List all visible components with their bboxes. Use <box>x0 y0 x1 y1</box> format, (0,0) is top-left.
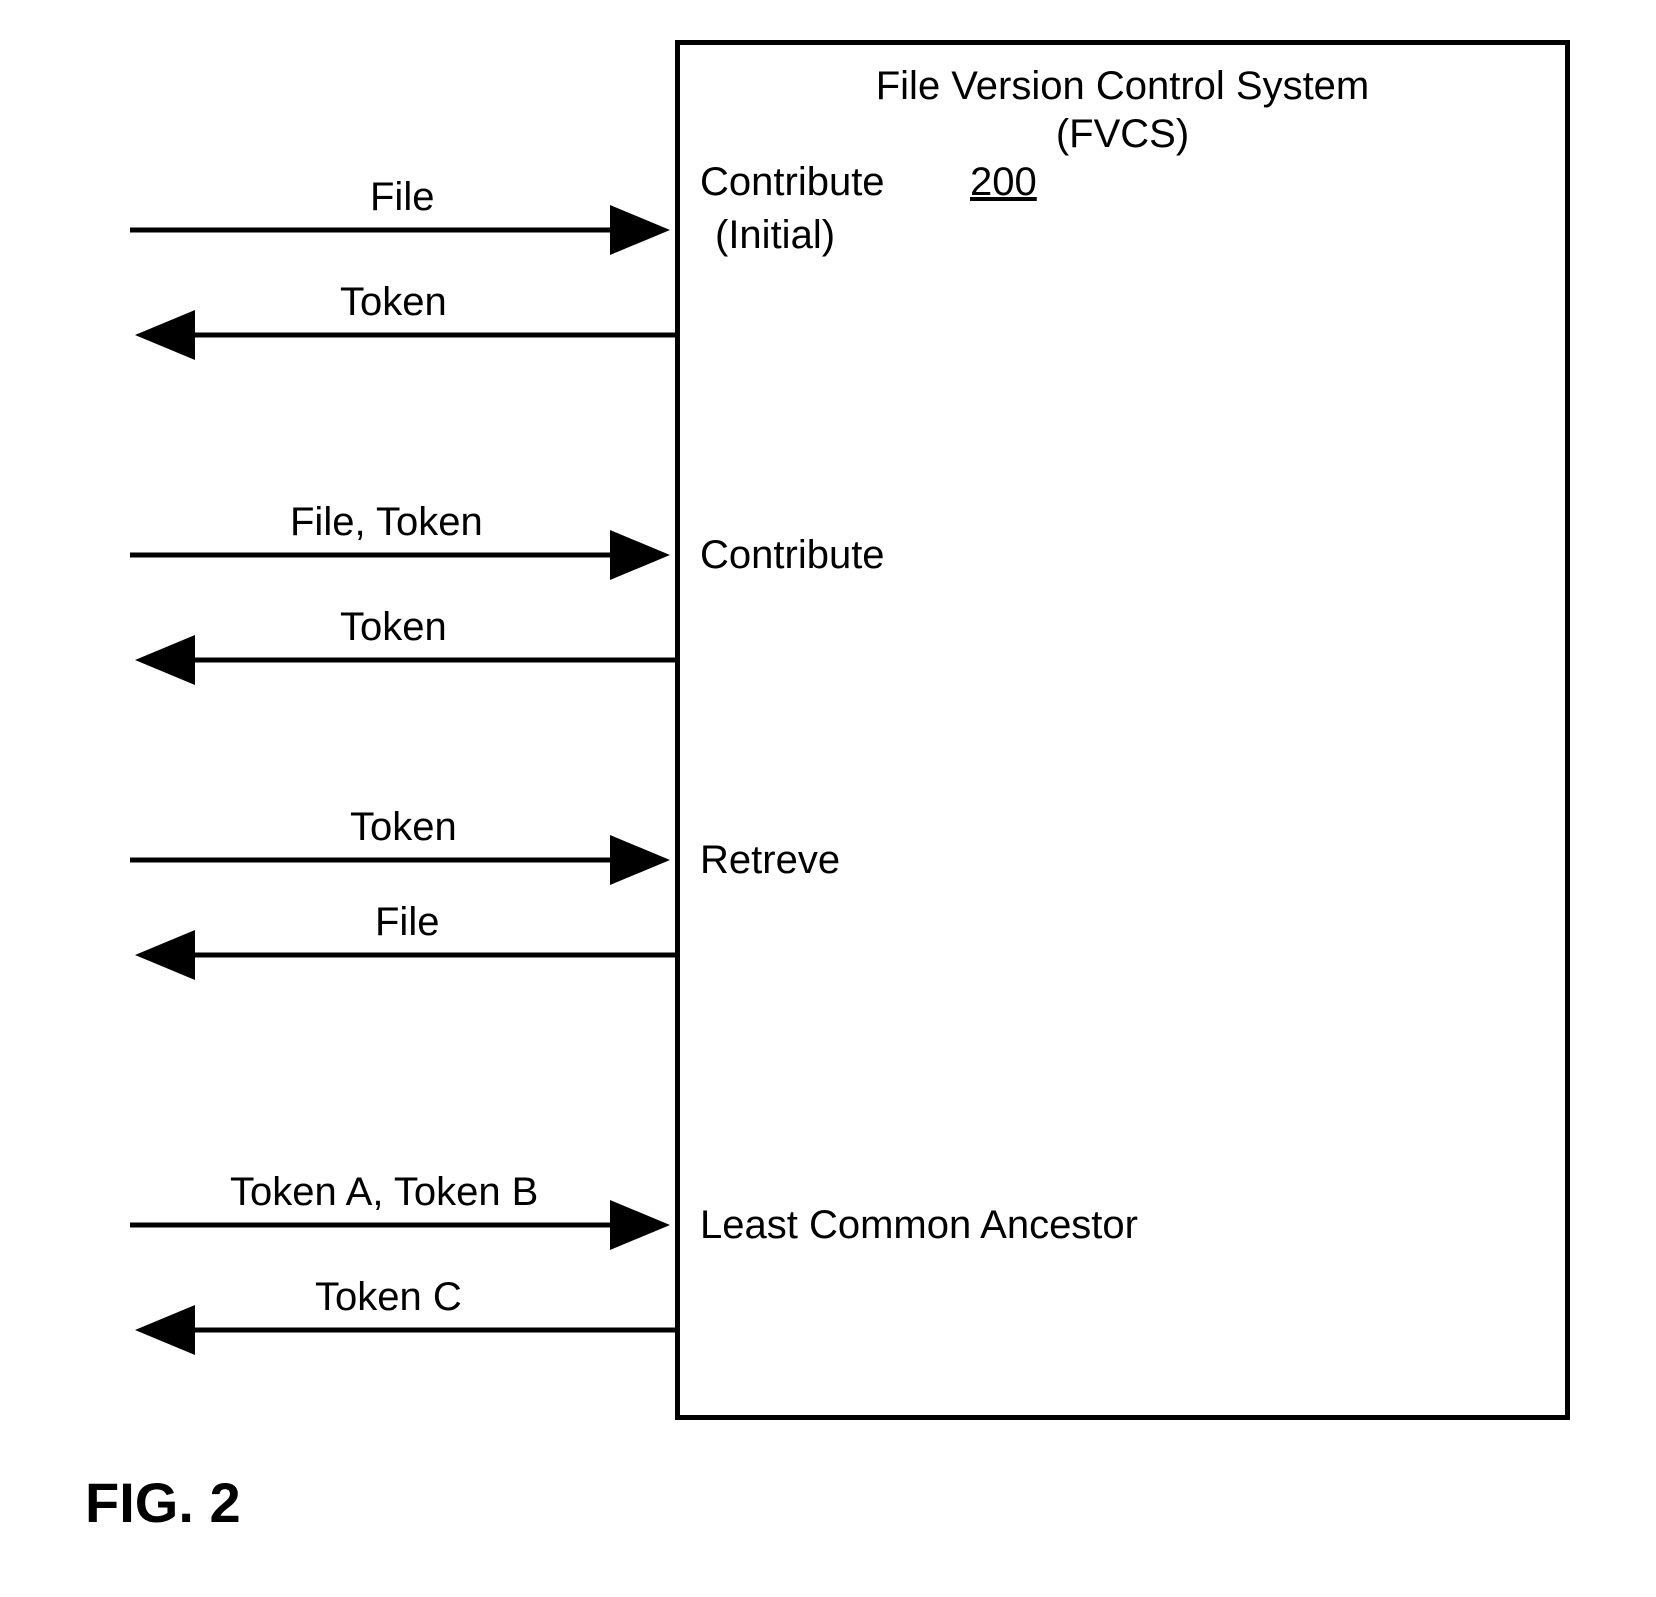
contribute-initial-out-label: Token <box>340 280 447 325</box>
box-title-line1: File Version Control System <box>680 45 1565 112</box>
figure-label: FIG. 2 <box>85 1470 241 1535</box>
contribute-initial-in-label: File <box>370 175 434 220</box>
box-number: 200 <box>970 160 1037 205</box>
lca-label: Least Common Ancestor <box>700 1203 1138 1248</box>
fvcs-box: File Version Control System (FVCS) 200 C… <box>675 40 1570 1420</box>
retrieve-in-label: Token <box>350 805 457 850</box>
contribute-out-label: Token <box>340 605 447 650</box>
lca-in-label: Token A, Token B <box>230 1170 538 1215</box>
contribute-label: Contribute <box>700 533 885 578</box>
retrieve-label: Retreve <box>700 838 840 883</box>
contribute-initial-label-line1: Contribute <box>700 160 885 205</box>
contribute-initial-label-line2: (Initial) <box>715 213 835 258</box>
diagram-container: File Version Control System (FVCS) 200 C… <box>0 0 1656 1597</box>
box-title-line2: (FVCS) <box>680 112 1565 157</box>
lca-out-label: Token C <box>315 1275 462 1320</box>
contribute-in-label: File, Token <box>290 500 483 545</box>
retrieve-out-label: File <box>375 900 439 945</box>
